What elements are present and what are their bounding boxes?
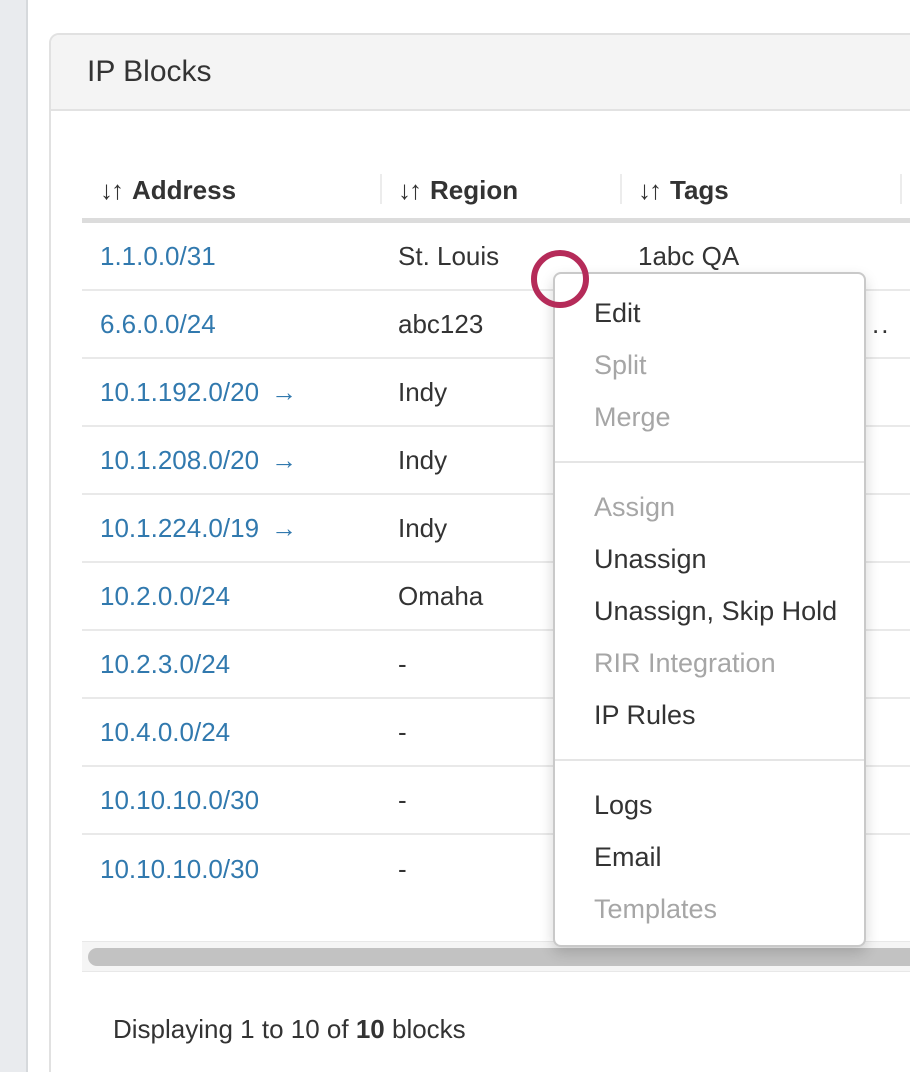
column-header-extra — [900, 150, 910, 221]
extra-cell — [900, 494, 910, 562]
extra-cell — [900, 562, 910, 630]
pagination-summary: Displaying 1 to 10 of 10 blocks — [113, 1014, 466, 1045]
cursor-click-indicator — [531, 250, 589, 308]
pagination-prefix: Displaying 1 to 10 of — [113, 1014, 349, 1044]
column-label: Region — [430, 175, 518, 205]
ip-address-link[interactable]: 1.1.0.0/31 — [100, 241, 216, 271]
address-cell: 10.4.0.0/24 — [82, 698, 380, 766]
page-edge-strip — [0, 0, 28, 1072]
assigned-arrow-icon[interactable]: → — [271, 513, 297, 543]
panel-header: IP Blocks — [51, 35, 910, 111]
extra-cell — [900, 290, 910, 358]
context-menu-item-rir-integration: RIR Integration — [555, 637, 864, 689]
extra-cell — [900, 766, 910, 834]
extra-cell — [900, 698, 910, 766]
address-cell: 6.6.0.0/24 — [82, 290, 380, 358]
sort-icon[interactable]: ↓↑ — [638, 175, 660, 205]
column-header-address[interactable]: ↓↑ Address — [82, 150, 380, 221]
tags-value: 1abc QA — [638, 241, 739, 271]
context-menu-item-edit[interactable]: Edit — [555, 287, 864, 339]
context-menu-item-merge: Merge — [555, 391, 864, 443]
ip-address-link[interactable]: 10.10.10.0/30 — [100, 854, 259, 884]
ip-address-link[interactable]: 10.2.0.0/24 — [100, 581, 230, 611]
column-label: Tags — [670, 175, 729, 205]
tags-value: .. — [872, 309, 890, 340]
ip-address-link[interactable]: 10.1.208.0/20 — [100, 445, 259, 475]
table-header: ↓↑ Address ↓↑ Region ↓↑ Tags — [82, 150, 910, 221]
extra-cell — [900, 221, 910, 291]
page: IP Blocks ↓↑ Address ↓↑ Region ↓↑ Tags 1.1.0.… — [0, 0, 910, 1072]
address-cell: 10.10.10.0/30 — [82, 834, 380, 903]
extra-cell — [900, 358, 910, 426]
context-menu-item-unassign-skip-hold[interactable]: Unassign, Skip Hold — [555, 585, 864, 637]
ip-address-link[interactable]: 10.1.224.0/19 — [100, 513, 259, 543]
extra-cell — [900, 426, 910, 494]
panel-title: IP Blocks — [51, 35, 910, 109]
menu-divider — [555, 461, 864, 463]
assigned-arrow-icon[interactable]: → — [271, 445, 297, 475]
horizontal-scrollbar-thumb[interactable] — [88, 948, 910, 966]
column-header-tags[interactable]: ↓↑ Tags — [620, 150, 900, 221]
column-header-region[interactable]: ↓↑ Region — [380, 150, 620, 221]
ip-address-link[interactable]: 10.10.10.0/30 — [100, 785, 259, 815]
context-menu-item-templates: Templates — [555, 883, 864, 935]
address-cell: 10.1.208.0/20 → — [82, 426, 380, 494]
context-menu-item-email[interactable]: Email — [555, 831, 864, 883]
address-cell: 10.10.10.0/30 — [82, 766, 380, 834]
sort-icon[interactable]: ↓↑ — [100, 175, 122, 205]
assigned-arrow-icon[interactable]: → — [271, 377, 297, 407]
context-menu-item-split: Split — [555, 339, 864, 391]
extra-cell — [900, 630, 910, 698]
pagination-suffix: blocks — [392, 1014, 466, 1044]
pagination-count: 10 — [356, 1014, 385, 1044]
context-menu-item-logs[interactable]: Logs — [555, 779, 864, 831]
address-cell: 10.1.192.0/20 → — [82, 358, 380, 426]
ip-address-link[interactable]: 10.4.0.0/24 — [100, 717, 230, 747]
address-cell: 1.1.0.0/31 — [82, 221, 380, 291]
context-menu: EditSplitMerge AssignUnassignUnassign, Sk… — [553, 272, 866, 947]
sort-icon[interactable]: ↓↑ — [398, 175, 420, 205]
menu-divider — [555, 759, 864, 761]
ip-address-link[interactable]: 6.6.0.0/24 — [100, 309, 216, 339]
context-menu-item-ip-rules[interactable]: IP Rules — [555, 689, 864, 741]
column-label: Address — [132, 175, 236, 205]
address-cell: 10.1.224.0/19 → — [82, 494, 380, 562]
ip-address-link[interactable]: 10.1.192.0/20 — [100, 377, 259, 407]
context-menu-item-assign: Assign — [555, 481, 864, 533]
address-cell: 10.2.0.0/24 — [82, 562, 380, 630]
ip-address-link[interactable]: 10.2.3.0/24 — [100, 649, 230, 679]
address-cell: 10.2.3.0/24 — [82, 630, 380, 698]
context-menu-item-unassign[interactable]: Unassign — [555, 533, 864, 585]
extra-cell — [900, 834, 910, 903]
